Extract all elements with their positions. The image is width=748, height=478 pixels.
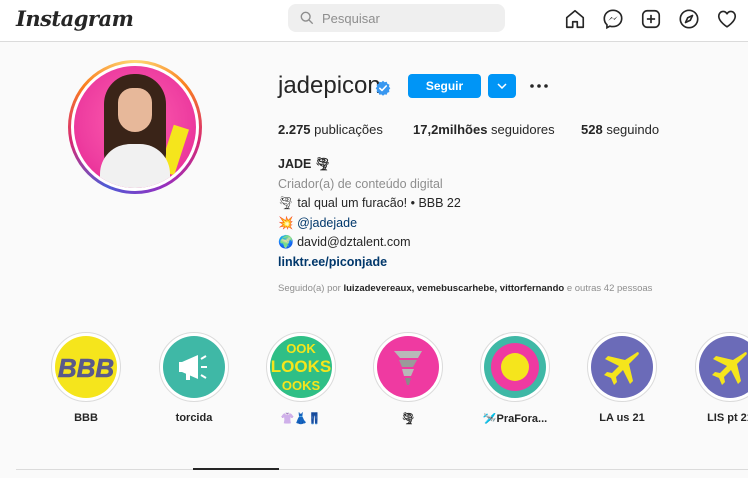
highlight-label: 👚👗👖 — [280, 413, 322, 425]
bbb-logo-icon: BBB — [55, 336, 117, 398]
highlight-ring — [695, 332, 748, 402]
home-icon[interactable] — [564, 8, 586, 30]
followed-by-suffix: e outras 42 pessoas — [564, 283, 653, 294]
bio-external-link[interactable]: linktr.ee/piconjade — [278, 253, 461, 273]
followed-by-text[interactable]: Seguido(a) por luizadevereaux, vemebusca… — [278, 283, 652, 294]
tornado-icon — [377, 336, 439, 398]
bio-email-line: 🌍 david@dztalent.com — [278, 233, 461, 253]
followed-by-names: luizadevereaux, vemebuscarhebe, vittorfe… — [343, 283, 565, 294]
explore-icon[interactable] — [678, 8, 700, 30]
bio-mention-line: 💥 @jadejade — [278, 214, 461, 234]
svg-text:OOKS: OOKS — [282, 378, 321, 393]
target-circle-icon — [484, 336, 546, 398]
highlight-item[interactable]: torcida — [154, 332, 234, 424]
search-box[interactable] — [288, 4, 505, 32]
highlight-item[interactable]: 🌪 — [368, 332, 448, 425]
highlight-label: LIS pt 21 — [707, 412, 748, 424]
airplane-icon — [591, 336, 653, 398]
chevron-down-icon — [497, 83, 507, 89]
posts-label: publicações — [310, 122, 383, 137]
highlight-ring: OOK LOOKS OOKS — [266, 332, 336, 402]
highlight-ring — [159, 332, 229, 402]
new-post-icon[interactable] — [640, 8, 662, 30]
avatar-top — [100, 144, 170, 188]
avatar-face — [118, 88, 152, 132]
highlight-label: BBB — [74, 412, 98, 424]
more-options-button[interactable] — [528, 76, 550, 96]
following-stat[interactable]: 528 seguindo — [581, 122, 659, 137]
highlight-label: torcida — [175, 412, 213, 424]
highlight-ring: BBB — [51, 332, 121, 402]
nav-icons — [564, 8, 738, 30]
bio-email: david@dztalent.com — [297, 235, 411, 249]
profile-avatar — [74, 66, 196, 188]
profile-bio: JADE 🌪 Criador(a) de conteúdo digital 🌪 … — [278, 155, 461, 272]
svg-text:BBB: BBB — [58, 353, 114, 383]
following-label: seguindo — [602, 122, 660, 137]
tabs-divider — [16, 469, 748, 470]
looks-text-icon: OOK LOOKS OOKS — [270, 336, 332, 398]
more-dots-icon — [530, 84, 548, 88]
story-highlights: BBB BBB torcida OOK LOOKS OOKS 👚👗👖 🌪 🛩️P… — [0, 332, 748, 432]
posts-count: 2.275 — [278, 122, 311, 137]
profile-avatar-ring[interactable] — [68, 60, 202, 194]
suggestions-dropdown-button[interactable] — [488, 74, 516, 98]
instagram-logo[interactable]: Instagram — [16, 6, 134, 31]
highlight-label: 🛩️PraFora... — [482, 413, 548, 425]
tab-posts-active-indicator[interactable] — [193, 468, 279, 470]
highlight-ring — [373, 332, 443, 402]
following-count: 528 — [581, 122, 603, 137]
profile-avatar-frame — [71, 63, 199, 191]
highlight-label: LA us 21 — [599, 412, 645, 424]
verified-badge-icon — [375, 80, 391, 96]
followed-by-prefix: Seguido(a) por — [278, 283, 344, 294]
messenger-icon[interactable] — [602, 8, 624, 30]
highlight-item[interactable]: LA us 21 — [582, 332, 662, 424]
bio-emoji: 💥 — [278, 215, 294, 230]
svg-text:OOK: OOK — [286, 341, 316, 356]
activity-heart-icon[interactable] — [716, 8, 738, 30]
followers-stat[interactable]: 17,2milhões seguidores — [413, 122, 555, 137]
posts-stat: 2.275 publicações — [278, 122, 383, 137]
profile-username: jadepicon — [278, 72, 381, 99]
bio-line: 🌪 tal qual um furacão! • BBB 22 — [278, 196, 461, 210]
followers-count: 17,2milhões — [413, 122, 488, 137]
bio-mention-link[interactable]: @jadejade — [297, 216, 357, 230]
bio-name: JADE 🌪 — [278, 157, 331, 171]
globe-icon: 🌍 — [278, 235, 294, 249]
bio-category: Criador(a) de conteúdo digital — [278, 176, 443, 191]
highlight-ring — [587, 332, 657, 402]
highlight-item[interactable]: BBB BBB — [46, 332, 126, 424]
top-nav: Instagram — [0, 0, 748, 42]
followers-label: seguidores — [487, 122, 555, 137]
highlight-item[interactable]: 🛩️PraFora... — [475, 332, 555, 425]
megaphone-icon — [163, 336, 225, 398]
airplane-icon — [699, 336, 748, 398]
highlight-label: 🌪 — [401, 413, 415, 425]
follow-button[interactable]: Seguir — [408, 74, 481, 98]
search-input[interactable] — [322, 10, 492, 26]
svg-text:LOOKS: LOOKS — [271, 357, 331, 376]
highlight-item[interactable]: OOK LOOKS OOKS 👚👗👖 — [261, 332, 341, 425]
highlight-item[interactable]: LIS pt 21 — [690, 332, 748, 424]
search-icon — [300, 11, 314, 25]
highlight-ring — [480, 332, 550, 402]
